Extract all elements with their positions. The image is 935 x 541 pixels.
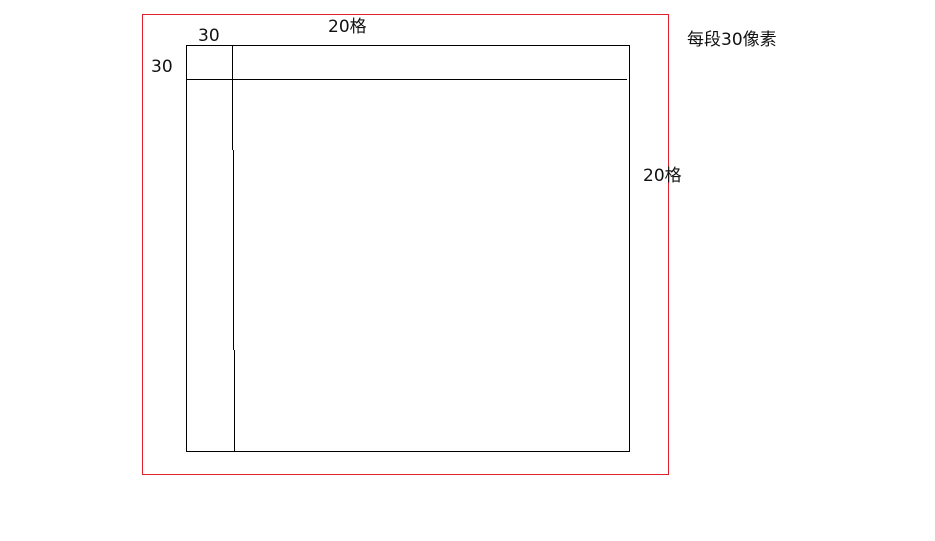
first-row-divider bbox=[187, 79, 627, 80]
cell-height-label: 30 bbox=[151, 57, 173, 77]
first-column-divider-top bbox=[232, 45, 233, 150]
grid-box bbox=[186, 45, 630, 452]
row-count-label: 20格 bbox=[643, 166, 682, 186]
first-column-divider-bottom bbox=[234, 350, 235, 451]
segment-size-note: 每段30像素 bbox=[687, 30, 777, 50]
cell-width-label: 30 bbox=[198, 26, 220, 46]
column-count-label: 20格 bbox=[328, 17, 367, 37]
first-column-divider-middle bbox=[233, 150, 234, 350]
